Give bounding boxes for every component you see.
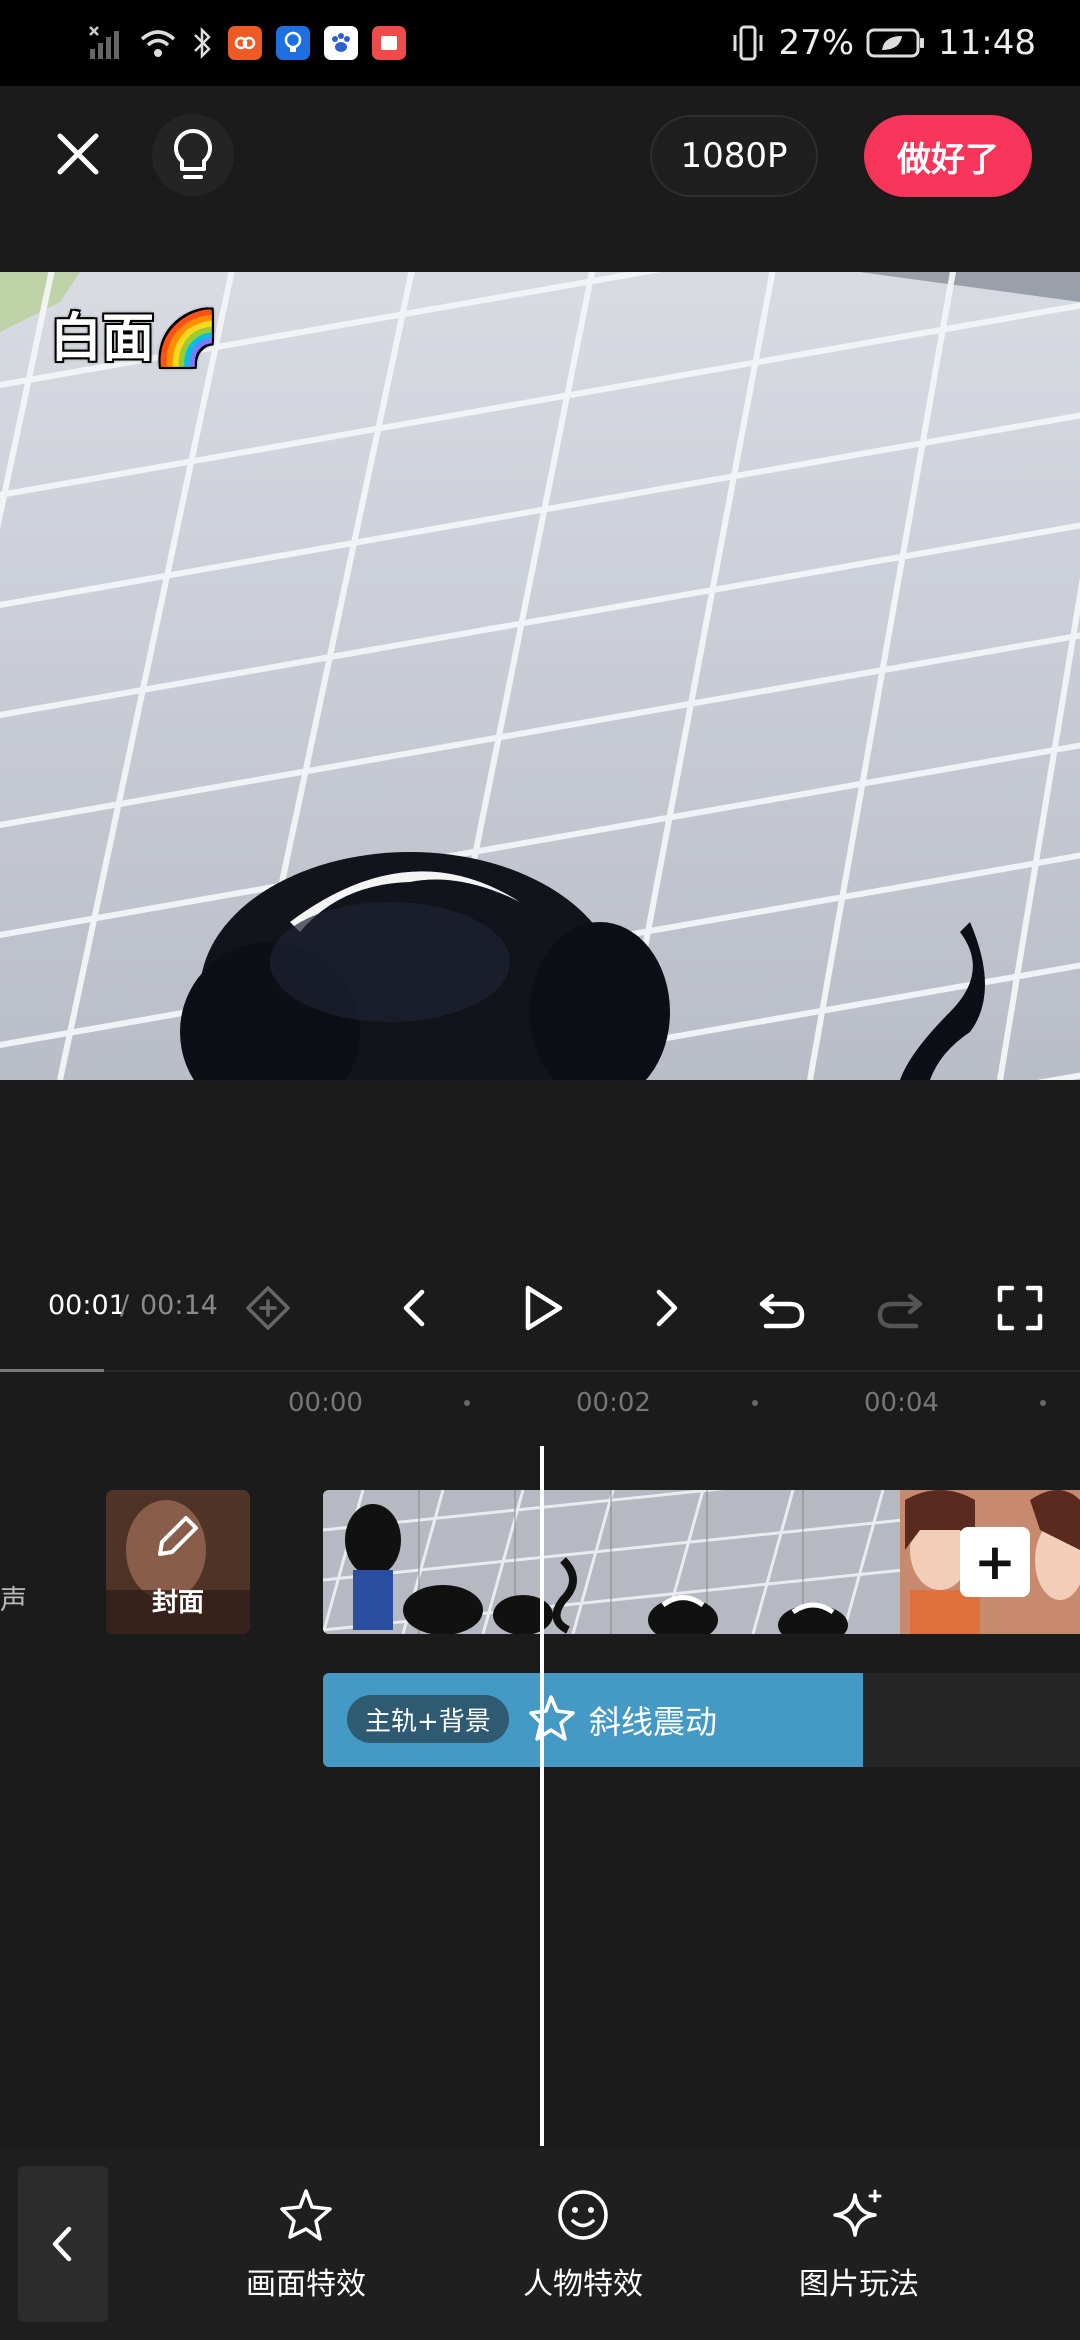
bluetooth-icon: [194, 26, 211, 60]
chevron-left-icon: [403, 1289, 425, 1327]
ruler-label: 00:00: [288, 1388, 363, 1418]
battery-icon: [866, 28, 925, 58]
next-frame-button[interactable]: [637, 1278, 697, 1338]
ruler-dot: [464, 1400, 470, 1406]
magic-sparkles-icon: [833, 2189, 882, 2237]
tab-scene-effects[interactable]: 画面特效: [196, 2185, 416, 2303]
effect-name: 斜线震动: [589, 1703, 718, 1741]
baidu-app-icon: [324, 26, 358, 60]
close-icon: [57, 133, 99, 175]
ruler-dot: [1040, 1400, 1046, 1406]
ruler-label: 00:04: [864, 1388, 939, 1418]
main-video-clip[interactable]: [323, 1490, 903, 1634]
effect-scope-tag: 主轨+背景: [347, 1695, 509, 1743]
play-icon: [525, 1285, 563, 1331]
ruler-label: 00:02: [576, 1388, 651, 1418]
chevron-right-icon: [656, 1289, 678, 1327]
redo-icon: [877, 1293, 923, 1329]
fullscreen-icon: [997, 1285, 1043, 1331]
main-clip-frames: [323, 1490, 903, 1634]
cover-button[interactable]: 封面: [106, 1490, 250, 1634]
clock: 11:48: [938, 23, 1036, 63]
lightbulb-icon: [173, 128, 213, 179]
chevron-left-icon: [52, 2226, 72, 2262]
back-button[interactable]: [18, 2166, 108, 2322]
effect-clip[interactable]: 主轨+背景 斜线震动: [323, 1673, 863, 1767]
status-bar: 27% 11:48: [0, 0, 1080, 86]
smiley-face-icon: [558, 2190, 608, 2240]
time-separator: /: [120, 1290, 130, 1321]
fullscreen-button[interactable]: [990, 1278, 1050, 1338]
ruler-dot: [752, 1400, 758, 1406]
keyframe-diamond-icon: [246, 1286, 290, 1330]
undo-icon: [759, 1293, 805, 1329]
preview-frame-image: [0, 272, 1080, 1080]
edit-pencil-icon: [158, 1516, 198, 1556]
tips-button[interactable]: [152, 114, 234, 196]
add-clip-button[interactable]: +: [960, 1527, 1030, 1597]
wifi-icon: [140, 30, 176, 57]
app-notification-icon: [228, 26, 262, 60]
effect-track-empty: [863, 1673, 1080, 1767]
redo-button[interactable]: [870, 1278, 930, 1338]
video-preview[interactable]: [0, 272, 1080, 1080]
previous-frame-button[interactable]: [384, 1278, 444, 1338]
current-time: 00:01: [48, 1290, 126, 1321]
playhead[interactable]: [540, 1446, 544, 2146]
keyframe-button[interactable]: [238, 1278, 298, 1338]
sparkle-star-icon: [529, 1695, 575, 1741]
book-app-icon: [372, 26, 406, 60]
vibrate-icon: [733, 25, 763, 61]
tab-photo-tricks[interactable]: 图片玩法: [749, 2185, 969, 2303]
preview-watermark-text: 白面🌈: [50, 309, 219, 369]
tab-label: 图片玩法: [799, 2267, 919, 2302]
tab-character-effects[interactable]: 人物特效: [473, 2185, 693, 2303]
close-button[interactable]: [52, 128, 104, 180]
play-button[interactable]: [512, 1278, 572, 1338]
tab-label: 人物特效: [523, 2267, 643, 2302]
sparkle-star-icon: [280, 2189, 332, 2241]
cellular-signal-icon: [89, 26, 119, 59]
timeline-divider: [0, 1370, 1080, 1372]
timeline-progress: [0, 1369, 104, 1372]
export-done-button[interactable]: 做好了: [864, 115, 1032, 197]
resolution-selector[interactable]: 1080P: [650, 115, 818, 197]
battery-percent: 27%: [778, 23, 855, 63]
bulb-app-icon: [276, 26, 310, 60]
total-time: 00:14: [140, 1290, 218, 1321]
cover-label: 封面: [151, 1588, 204, 1618]
audio-track-label[interactable]: 声: [0, 1578, 27, 1617]
undo-button[interactable]: [752, 1278, 812, 1338]
tab-label: 画面特效: [246, 2267, 366, 2302]
